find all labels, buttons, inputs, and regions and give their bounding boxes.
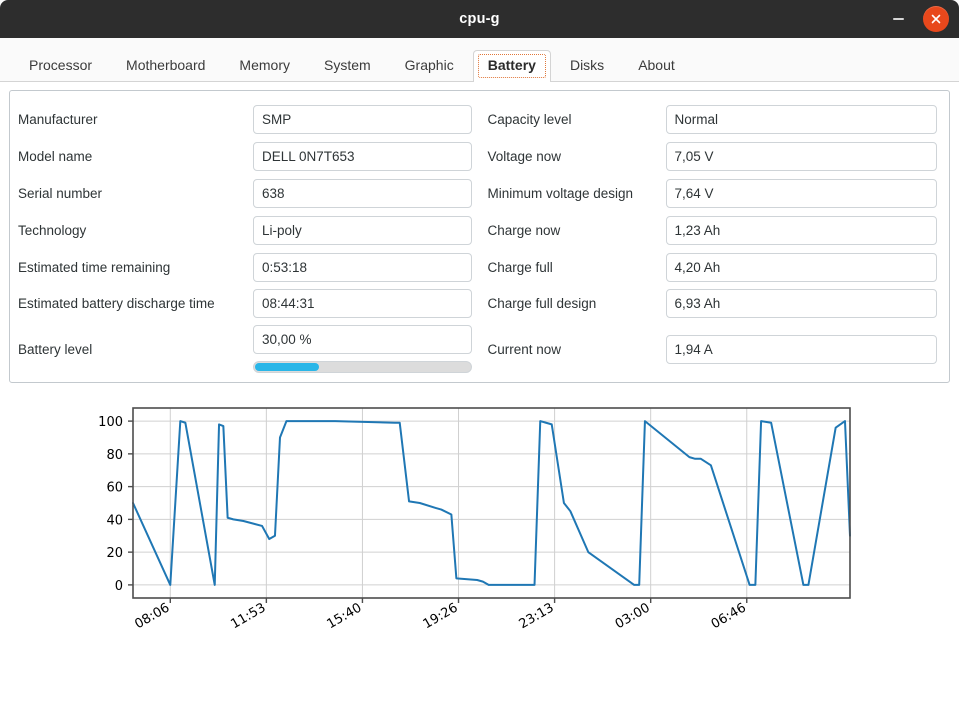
battery-level-value[interactable]: 30,00 %: [253, 325, 472, 355]
x-axis-tick-label: 15:40: [324, 600, 364, 632]
x-axis-tick-label: 19:26: [421, 600, 461, 632]
close-icon: [931, 14, 941, 24]
battery-level-progressbar: [253, 361, 472, 374]
tab-label: About: [638, 57, 675, 73]
serial-number-value[interactable]: 638: [253, 178, 472, 208]
tab-motherboard[interactable]: Motherboard: [111, 50, 220, 82]
y-axis-tick-label: 100: [98, 415, 123, 430]
manufacturer-value[interactable]: SMP: [253, 104, 472, 134]
current-now-value[interactable]: 1,94 A: [665, 334, 937, 364]
tab-label: Graphic: [404, 57, 454, 73]
field-label: Charge full design: [487, 296, 597, 312]
tab-bar: Processor Motherboard Memory System Grap…: [0, 38, 959, 82]
battery-info-frame: Manufacturer SMP Model name DELL 0N7T653…: [9, 90, 950, 383]
field-label: Estimated battery discharge time: [18, 296, 215, 312]
field-current-now: Current now 1,94 A: [487, 322, 937, 376]
field-battery-level: Battery level 30,00 %: [18, 322, 472, 376]
field-label: Voltage now: [487, 148, 562, 164]
technology-value[interactable]: Li-poly: [253, 215, 472, 245]
field-capacity-level: Capacity level Normal: [487, 101, 937, 138]
charge-full-value[interactable]: 4,20 Ah: [665, 252, 937, 282]
capacity-level-value[interactable]: Normal: [665, 104, 937, 134]
field-charge-full-design: Charge full design 6,93 Ah: [487, 286, 937, 323]
model-name-value[interactable]: DELL 0N7T653: [253, 141, 472, 171]
y-axis-tick-label: 20: [106, 546, 123, 561]
window-title: cpu-g: [459, 11, 500, 27]
plot-background: [133, 408, 850, 598]
y-axis-tick-label: 60: [106, 481, 123, 496]
tab-label: Processor: [29, 57, 93, 73]
field-label: Serial number: [18, 185, 103, 201]
tab-label: System: [323, 57, 371, 73]
battery-history-plot: 0 20 40 60 80 100 08:06 11:53 15:40 19:26 23:13 03:…: [98, 407, 851, 632]
close-button[interactable]: [923, 6, 949, 32]
field-charge-full: Charge full 4,20 Ah: [487, 249, 937, 286]
field-label: Model name: [18, 148, 93, 164]
tab-battery[interactable]: Battery: [472, 50, 551, 82]
field-estimated-time-remaining: Estimated time remaining 0:53:18: [18, 249, 472, 286]
field-label: Minimum voltage design: [487, 185, 634, 201]
y-axis-tick-label: 40: [106, 513, 123, 528]
x-axis-tick-label: 08:06: [132, 600, 172, 632]
minimum-voltage-design-value[interactable]: 7,64 V: [665, 178, 937, 208]
x-axis-tick-label: 11:53: [228, 600, 268, 632]
field-label: Estimated time remaining: [18, 259, 171, 275]
field-manufacturer: Manufacturer SMP: [18, 101, 472, 138]
field-label: Charge now: [487, 222, 561, 238]
cpu-g-window: cpu-g Processor Motherboard Memory Syste…: [0, 0, 959, 712]
x-axis-tick-label: 06:46: [709, 600, 749, 632]
battery-info-left-column: Manufacturer SMP Model name DELL 0N7T653…: [18, 101, 478, 376]
field-label: Technology: [18, 222, 87, 238]
tab-graphic[interactable]: Graphic: [390, 50, 469, 82]
field-label: Capacity level: [487, 111, 572, 127]
field-label: Charge full: [487, 259, 553, 275]
tab-label: Disks: [569, 57, 605, 73]
field-minimum-voltage-design: Minimum voltage design 7,64 V: [487, 175, 937, 212]
battery-info-right-column: Capacity level Normal Voltage now 7,05 V…: [478, 101, 937, 376]
tab-label: Memory: [239, 57, 290, 73]
field-technology: Technology Li-poly: [18, 212, 472, 249]
minimize-icon: [892, 18, 904, 20]
y-axis-tick-label: 80: [106, 448, 123, 463]
x-axis-tick-label: 03:00: [613, 600, 653, 632]
field-charge-now: Charge now 1,23 Ah: [487, 212, 937, 249]
battery-tab-content: Manufacturer SMP Model name DELL 0N7T653…: [0, 82, 959, 712]
voltage-now-value[interactable]: 7,05 V: [665, 141, 937, 171]
x-axis-tick-label: 23:13: [517, 600, 557, 632]
battery-history-chart: 0 20 40 60 80 100 08:06 11:53 15:40 19:26 23:13 03:…: [0, 399, 959, 699]
field-label: Manufacturer: [18, 111, 98, 127]
tab-processor[interactable]: Processor: [14, 50, 107, 82]
tab-label: Motherboard: [126, 57, 206, 73]
tab-disks[interactable]: Disks: [555, 50, 619, 82]
battery-level-progress-fill: [255, 363, 320, 372]
charge-now-value[interactable]: 1,23 Ah: [665, 215, 937, 245]
minimize-button[interactable]: [885, 6, 911, 32]
window-controls: [885, 0, 949, 38]
tab-memory[interactable]: Memory: [224, 50, 305, 82]
field-model-name: Model name DELL 0N7T653: [18, 138, 472, 175]
field-voltage-now: Voltage now 7,05 V: [487, 138, 937, 175]
field-label: Current now: [487, 341, 562, 357]
charge-full-design-value[interactable]: 6,93 Ah: [665, 289, 937, 319]
tab-label: Battery: [487, 57, 536, 73]
tab-system[interactable]: System: [309, 50, 386, 82]
window-titlebar: cpu-g: [0, 0, 959, 38]
estimated-battery-discharge-time-value[interactable]: 08:44:31: [253, 289, 472, 319]
field-label: Battery level: [18, 341, 93, 357]
tab-about[interactable]: About: [623, 50, 690, 82]
y-axis-tick-label: 0: [115, 579, 123, 594]
field-estimated-battery-discharge-time: Estimated battery discharge time 08:44:3…: [18, 286, 472, 323]
battery-level-stack: 30,00 %: [253, 325, 472, 374]
estimated-time-remaining-value[interactable]: 0:53:18: [253, 252, 472, 282]
field-serial-number: Serial number 638: [18, 175, 472, 212]
